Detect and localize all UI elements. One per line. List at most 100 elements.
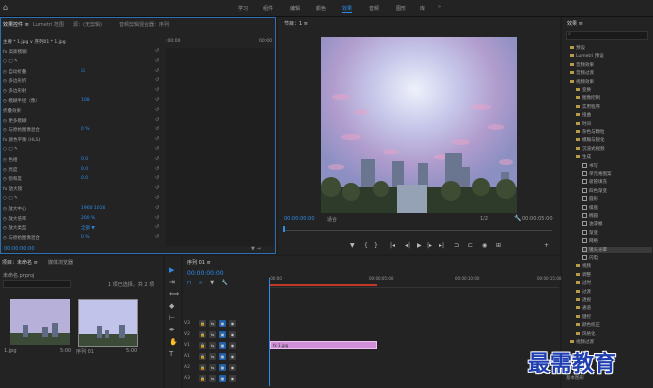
effects-folder[interactable]: 生成 xyxy=(576,154,591,160)
effect-property-row[interactable]: ◷ 与原始图像混合 0 % ↺ xyxy=(3,126,167,133)
effects-folder[interactable]: 过渡 xyxy=(576,289,591,295)
sync-icon[interactable]: ⇆ xyxy=(209,342,216,349)
track-target-icon[interactable]: ▣ xyxy=(219,342,226,349)
effect-property-row[interactable]: ◷ 放大中心 1960 1016 ↺ xyxy=(3,205,167,212)
add-button-icon[interactable]: + xyxy=(544,242,549,249)
hand-icon[interactable]: ✋ xyxy=(169,338,178,346)
reset-icon[interactable]: ↺ xyxy=(155,68,159,74)
reset-icon[interactable]: ↺ xyxy=(155,195,159,201)
workspace-tab[interactable]: 库 xyxy=(420,5,425,12)
effects-folder[interactable]: 颜色校正 xyxy=(576,322,600,328)
effect-item[interactable]: 棋盘 xyxy=(582,204,598,211)
track-header[interactable]: 🔒 ⇆ ▣ ◉ A1 xyxy=(184,353,267,362)
go-to-in-icon[interactable]: |◂ xyxy=(390,242,395,249)
track-target-icon[interactable]: ▣ xyxy=(219,375,226,382)
track-header[interactable]: 🔒 ⇆ ▣ ◉ V1 xyxy=(184,342,267,351)
tab-media-browser[interactable]: 媒体浏览器 xyxy=(48,259,73,266)
track-header[interactable]: 🔒 ⇆ ▣ ◉ V2 xyxy=(184,331,267,340)
workspace-tab[interactable]: 编辑 xyxy=(290,5,300,12)
reset-icon[interactable]: ↺ xyxy=(155,48,159,54)
effect-property-row[interactable]: ○ ▢ ✎ ↺ xyxy=(3,146,167,153)
effect-property-row[interactable]: ◷ 自动折叠 ☑ ↺ xyxy=(3,68,167,75)
effect-item[interactable]: 镜头光晕 xyxy=(582,246,652,253)
effects-folder[interactable]: 沉浸式视频 xyxy=(576,146,605,152)
effect-property-row[interactable]: ◷ 色相 0.0 ↺ xyxy=(3,156,167,163)
property-value[interactable]: 0 % xyxy=(81,235,90,240)
lock-icon[interactable]: 🔒 xyxy=(199,320,206,327)
eye-icon[interactable]: ◉ xyxy=(229,320,236,327)
play-icon[interactable]: ▶ xyxy=(417,242,422,249)
property-value[interactable]: 1960 1016 xyxy=(81,206,105,211)
effect-property-row[interactable]: ◷ 多边形折 ↺ xyxy=(3,77,167,84)
marker-icon[interactable]: ▼ xyxy=(210,280,214,286)
program-monitor-title[interactable]: 节目：1 ≡ xyxy=(284,20,308,27)
workspace-tab[interactable]: 组件 xyxy=(263,5,273,12)
sequence-thumbnail[interactable] xyxy=(78,299,138,347)
filter-icon[interactable]: ▼ ⇥ xyxy=(251,246,261,252)
tab-lumetri-scopes[interactable]: Lumetri 范围 xyxy=(33,21,64,28)
reset-icon[interactable]: ↺ xyxy=(155,107,159,113)
work-area-bar[interactable] xyxy=(269,284,377,286)
track-select-icon[interactable]: ⇥ xyxy=(169,278,175,286)
effect-item[interactable]: 吸管填充 xyxy=(582,179,607,185)
effects-folder[interactable]: 调整 xyxy=(576,272,591,278)
eye-icon[interactable]: ◉ xyxy=(229,375,236,382)
workspace-tab[interactable]: 图形 xyxy=(396,5,406,12)
type-icon[interactable]: T xyxy=(169,350,173,358)
effects-folder[interactable]: 通道 xyxy=(576,305,591,311)
effects-folder[interactable]: 视频 xyxy=(576,263,591,269)
playhead-marker[interactable] xyxy=(283,226,285,232)
sync-icon[interactable]: ⇆ xyxy=(209,320,216,327)
add-marker-icon[interactable]: ▼ xyxy=(350,242,355,249)
ripple-edit-icon[interactable]: ⟺ xyxy=(169,290,179,298)
timeline-playhead[interactable] xyxy=(269,278,270,386)
effect-header[interactable]: 主要 * 1.jpg ∨ 序列01 * 1.jpg xyxy=(3,39,66,45)
reset-icon[interactable]: ↺ xyxy=(155,166,159,172)
tab-project[interactable]: 项目：未命名 ≡ xyxy=(2,259,38,266)
effects-folder[interactable]: 音频效果 xyxy=(570,62,594,68)
effect-property-row[interactable]: fx 放大镜 ↺ xyxy=(3,185,167,192)
link-icon[interactable]: ∞ xyxy=(199,280,203,286)
lift-icon[interactable]: ⊐ xyxy=(454,242,459,249)
effects-folder[interactable]: 视频效果 xyxy=(570,79,594,85)
effects-folder[interactable]: 预设 xyxy=(570,45,585,51)
eye-icon[interactable]: ◉ xyxy=(229,364,236,371)
eye-icon[interactable]: ◉ xyxy=(229,342,236,349)
snap-icon[interactable]: ⊓ xyxy=(187,280,191,286)
razor-icon[interactable]: ◆ xyxy=(169,302,174,310)
effects-folder[interactable]: 键控 xyxy=(576,314,591,320)
reset-icon[interactable]: ↺ xyxy=(155,234,159,240)
reset-icon[interactable]: ↺ xyxy=(155,156,159,162)
effects-folder[interactable]: 视频过渡 xyxy=(570,339,594,345)
reset-icon[interactable]: ↺ xyxy=(155,224,159,230)
track-target-icon[interactable]: ▣ xyxy=(219,320,226,327)
reset-icon[interactable]: ↺ xyxy=(155,117,159,123)
reset-icon[interactable]: ↺ xyxy=(155,175,159,181)
tab-effect-controls[interactable]: 效果控件 ≡ xyxy=(3,21,29,28)
property-value[interactable]: 0.0 xyxy=(81,176,88,181)
compare-icon[interactable]: ⊞ xyxy=(496,242,501,249)
playhead-scrubber[interactable] xyxy=(284,226,552,231)
effect-property-row[interactable]: fx 高斯模糊 ↺ xyxy=(3,48,167,55)
track-header[interactable]: 🔒 ⇆ ▣ ◉ A3 xyxy=(184,375,267,384)
go-to-out-icon[interactable]: ▸| xyxy=(439,242,444,249)
step-forward-icon[interactable]: |▸ xyxy=(427,242,432,249)
track-target-icon[interactable]: ▣ xyxy=(219,331,226,338)
reset-icon[interactable]: ↺ xyxy=(155,77,159,83)
effect-item[interactable]: 椭圆 xyxy=(582,213,598,219)
effect-property-row[interactable]: ◷ 更多模糊 ↺ xyxy=(3,117,167,124)
keyframe-area[interactable] xyxy=(166,48,274,246)
resolution-dropdown[interactable]: 1/2 xyxy=(480,216,488,222)
clip-thumbnail[interactable] xyxy=(10,299,70,345)
effect-property-row[interactable]: ◷ 放大类型 全部 ▼ ↺ xyxy=(3,224,167,231)
timeline-ruler[interactable]: :00:00 00:00:05:00 00:00:10:00 00:00:15:… xyxy=(269,273,561,288)
effect-property-row[interactable]: ◷ 放大倍率 200 % ↺ xyxy=(3,215,167,222)
effects-folder[interactable]: 过时 xyxy=(576,280,591,286)
sync-icon[interactable]: ⇆ xyxy=(209,364,216,371)
property-value[interactable]: 0.0 xyxy=(81,157,88,162)
reset-icon[interactable]: ↺ xyxy=(155,205,159,211)
home-icon[interactable]: ⌂ xyxy=(3,3,8,12)
effects-folder[interactable]: 图像控制 xyxy=(576,95,600,101)
effect-item[interactable]: 圆形 xyxy=(582,196,598,202)
step-back-icon[interactable]: ◂| xyxy=(405,242,410,249)
